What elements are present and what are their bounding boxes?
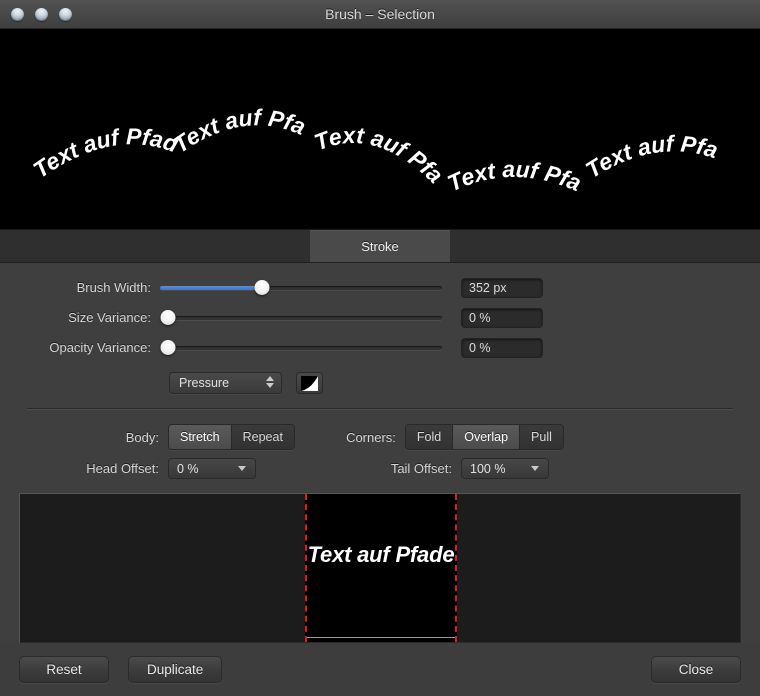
corners-option-overlap[interactable]: Overlap [453,425,521,449]
opacity-variance-field[interactable]: 0 % [461,337,543,358]
size-variance-field[interactable]: 0 % [461,307,543,328]
path-text-1: Text auf Pfade [0,29,183,183]
brush-width-row: Brush Width: 352 px [0,275,760,300]
window-controls [0,7,72,21]
opacity-variance-label: Opacity Variance: [49,340,151,355]
dynamics-select[interactable]: Pressure [169,372,282,394]
chevron-down-icon [531,466,539,471]
dynamics-value: Pressure [179,376,230,390]
corners-option-fold[interactable]: Fold [405,425,454,449]
offsets-row: Head Offset: 0 % Tail Offset: 100 % [0,458,760,479]
minimize-button[interactable] [35,7,48,21]
duplicate-button[interactable]: Duplicate [128,656,223,683]
dynamics-row: Pressure [0,372,760,394]
brush-width-knob[interactable] [254,280,270,295]
body-option-repeat[interactable]: Repeat [231,425,294,449]
body-label: Body: [125,429,159,445]
close-button[interactable] [11,7,24,21]
title-bar: Brush – Selection [0,0,760,29]
opacity-variance-knob[interactable] [160,340,176,355]
size-variance-track [160,315,442,320]
zoom-button[interactable] [59,7,72,21]
corners-segmented-control[interactable]: Fold Overlap Pull [404,424,564,450]
close-dialog-button[interactable]: Close [651,656,741,683]
brush-width-field[interactable]: 352 px [461,277,543,298]
tab-bar: Stroke [0,229,760,263]
body-corners-row: Body: Stretch Repeat Corners: Fold Overl… [0,424,760,450]
brush-selection-window: Brush – Selection Text auf Pfade Text au… [0,0,760,696]
window-title: Brush – Selection [325,6,435,22]
chevron-down-icon [238,466,246,471]
stroke-preview-body [305,494,457,642]
stroke-preview-strip[interactable]: Text auf Pfade [19,493,741,643]
footer-bar: Reset Duplicate Close [0,643,760,696]
head-guide-line[interactable] [305,494,307,642]
brush-width-fill [160,285,262,290]
tail-guide-line[interactable] [455,494,457,642]
text-on-path-render: Text auf Pfade Text auf Pfade Text auf P… [0,29,721,196]
tail-offset-value: 100 % [470,461,506,476]
stroke-settings-panel: Brush Width: 352 px Size Variance: 0 % O… [0,263,760,643]
corners-label: Corners: [346,429,396,445]
path-text-5: Text auf Pfade [0,29,721,183]
reset-button[interactable]: Reset [19,656,109,683]
section-divider [27,408,733,410]
head-offset-label: Head Offset: [86,461,159,476]
canvas-preview[interactable]: Text auf Pfade Text auf Pfade Text auf P… [0,29,760,229]
size-variance-row: Size Variance: 0 % [0,305,760,330]
opacity-variance-row: Opacity Variance: 0 % [0,335,760,360]
corners-option-pull[interactable]: Pull [520,425,563,449]
tail-offset-dropdown[interactable]: 100 % [461,458,549,479]
head-offset-value: 0 % [177,461,199,476]
gradient-ramp-icon[interactable] [296,372,323,394]
stepper-icon[interactable] [266,376,274,388]
size-variance-slider[interactable] [160,308,442,328]
stroke-preview-text: Text auf Pfade [307,542,455,567]
brush-width-label: Brush Width: [76,280,151,295]
opacity-variance-slider[interactable] [160,338,442,358]
stroke-baseline [307,637,455,638]
brush-width-slider[interactable] [160,278,442,298]
body-segmented-control[interactable]: Stretch Repeat [168,424,295,450]
head-offset-dropdown[interactable]: 0 % [168,458,256,479]
size-variance-knob[interactable] [160,310,176,325]
opacity-variance-track [160,345,442,350]
size-variance-label: Size Variance: [68,310,151,325]
tab-stroke[interactable]: Stroke [310,230,450,262]
body-option-stretch[interactable]: Stretch [169,425,232,449]
tail-offset-label: Tail Offset: [390,461,452,476]
